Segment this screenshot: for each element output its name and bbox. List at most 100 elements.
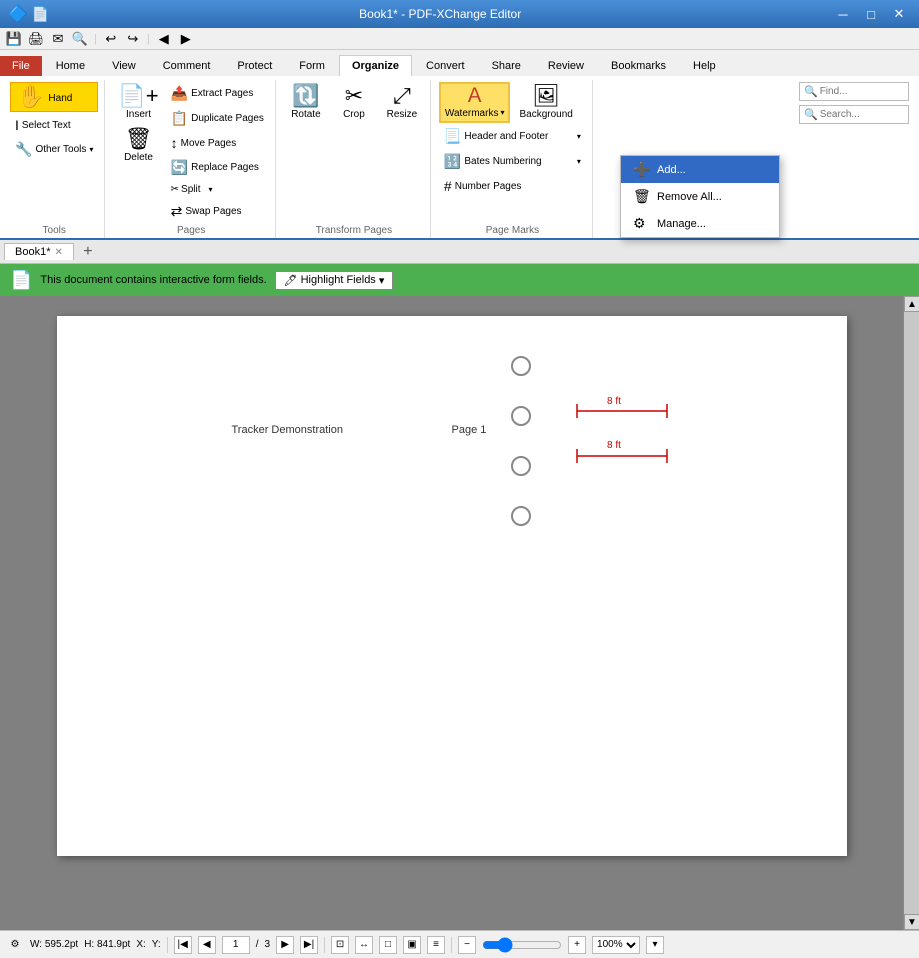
scroll-track[interactable] <box>904 312 919 914</box>
crop-icon: ✂ <box>345 85 363 107</box>
tab-home[interactable]: Home <box>43 55 98 76</box>
radio-circle-2 <box>511 406 531 426</box>
scroll-down-button[interactable]: ▼ <box>904 914 919 930</box>
highlight-label: Highlight Fields <box>301 274 376 286</box>
resize-button[interactable]: ⤢ Resize <box>380 82 424 123</box>
add-watermark-item[interactable]: ➕ Add... <box>621 156 779 183</box>
tab-file[interactable]: File <box>0 56 42 76</box>
select-text-label: Select Text <box>22 120 71 131</box>
select-text-icon: I <box>15 117 19 133</box>
transform-group: 🔃 Rotate ✂ Crop ⤢ Resize Transform Pages <box>278 80 431 238</box>
find-input[interactable] <box>820 86 900 97</box>
zoom-slider[interactable] <box>482 938 562 952</box>
next-page-button[interactable]: ▶ <box>276 936 294 954</box>
first-page-button[interactable]: |◀ <box>174 936 192 954</box>
tab-help[interactable]: Help <box>680 55 729 76</box>
scroll-up-button[interactable]: ▲ <box>904 296 919 312</box>
hand-tool-button[interactable]: ✋ Hand <box>10 82 98 112</box>
watermarks-button[interactable]: Ａ Watermarks ▾ <box>439 82 511 123</box>
search-box[interactable]: 🔍 <box>799 105 909 124</box>
redo-button[interactable]: ↪ <box>123 29 143 49</box>
prev-page-button[interactable]: ◀ <box>198 936 216 954</box>
split-dropdown-arrow[interactable]: ▾ <box>206 182 216 197</box>
scrollbar-right[interactable]: ▲ ▼ <box>903 296 919 930</box>
hand-icon: ✋ <box>17 86 44 108</box>
select-text-button[interactable]: I Select Text <box>10 114 98 136</box>
crop-button[interactable]: ✂ Crop <box>332 82 376 123</box>
fit-width-button[interactable]: ↔ <box>355 936 373 954</box>
add-tab-button[interactable]: + <box>78 242 98 262</box>
back-button[interactable]: ◀ <box>154 29 174 49</box>
find-box[interactable]: 🔍 <box>799 82 909 101</box>
settings-icon[interactable]: ⚙ <box>6 936 24 954</box>
duplicate-pages-button[interactable]: 📋 Duplicate Pages <box>166 107 269 130</box>
tab-protect[interactable]: Protect <box>224 55 285 76</box>
tab-share[interactable]: Share <box>479 55 534 76</box>
minimize-button[interactable]: ─ <box>831 5 855 23</box>
move-pages-button[interactable]: ↕ Move Pages <box>166 132 269 154</box>
resize-icon: ⤢ <box>393 85 411 107</box>
extract-icon: 📤 <box>171 85 188 102</box>
maximize-button[interactable]: □ <box>859 5 883 23</box>
remove-all-watermarks-item[interactable]: 🗑 Remove All... <box>621 183 779 210</box>
insert-button[interactable]: 📄+ Insert <box>113 82 163 123</box>
delete-label: Delete <box>124 152 153 163</box>
background-icon: 🖼 <box>532 85 560 107</box>
delete-button[interactable]: 🗑 Delete <box>113 125 163 166</box>
last-page-button[interactable]: ▶| <box>300 936 318 954</box>
actual-size-button[interactable]: □ <box>379 936 397 954</box>
tab-convert[interactable]: Convert <box>413 55 478 76</box>
zoom-out-button[interactable]: − <box>458 936 476 954</box>
forward-button[interactable]: ▶ <box>176 29 196 49</box>
replace-pages-button[interactable]: 🔄 Replace Pages <box>166 156 269 179</box>
continuous-button[interactable]: ≡ <box>427 936 445 954</box>
page-marks-group-label: Page Marks <box>486 223 539 236</box>
doc-icon: 📄 <box>10 270 32 291</box>
watermarks-dropdown-arrow[interactable]: ▾ <box>500 108 504 117</box>
swap-pages-button[interactable]: ⇄ Swap Pages <box>166 200 269 223</box>
manage-watermarks-item[interactable]: ⚙ Manage... <box>621 210 779 237</box>
zoom-in-button[interactable]: + <box>568 936 586 954</box>
extract-pages-button[interactable]: 📤 Extract Pages <box>166 82 269 105</box>
background-button[interactable]: 🖼 Background <box>514 82 577 123</box>
remove-all-icon: 🗑 <box>633 188 651 205</box>
scan-button[interactable]: 🔍 <box>70 29 90 49</box>
watermarks-label: Watermarks <box>445 108 499 119</box>
rotate-label: Rotate <box>291 109 320 120</box>
print-button[interactable]: 🖨 <box>26 29 46 49</box>
page-tab[interactable]: Book1* ✕ <box>4 243 74 260</box>
highlight-dropdown-arrow[interactable]: ▾ <box>379 274 385 287</box>
tab-bookmarks[interactable]: Bookmarks <box>598 55 679 76</box>
search-input[interactable] <box>820 109 900 120</box>
other-tools-button[interactable]: 🔧 Other Tools ▾ <box>10 138 98 161</box>
bates-numbering-button[interactable]: 🔢 Bates Numbering ▾ <box>439 150 586 173</box>
highlight-fields-button[interactable]: 🖊 Highlight Fields ▾ <box>275 271 394 290</box>
zoom-select[interactable]: 100% 75% 50% 150% 200% <box>592 936 640 954</box>
svg-text:8 ft: 8 ft <box>607 396 621 407</box>
rotate-button[interactable]: 🔃 Rotate <box>284 82 328 123</box>
header-footer-button[interactable]: 📃 Header and Footer ▾ <box>439 125 586 148</box>
undo-button[interactable]: ↩ <box>101 29 121 49</box>
single-page-button[interactable]: ▣ <box>403 936 421 954</box>
x-label: X: <box>136 939 145 950</box>
tab-comment[interactable]: Comment <box>150 55 224 76</box>
ribbon: ✋ Hand I Select Text 🔧 Other Tools ▾ Too… <box>0 76 919 240</box>
number-pages-button[interactable]: # Number Pages <box>439 175 586 197</box>
zoom-dropdown-button[interactable]: ▾ <box>646 936 664 954</box>
tab-review[interactable]: Review <box>535 55 597 76</box>
close-button[interactable]: ✕ <box>887 5 911 23</box>
email-button[interactable]: ✉ <box>48 29 68 49</box>
split-button[interactable]: ✂ Split ▾ <box>166 181 269 198</box>
tab-form[interactable]: Form <box>286 55 338 76</box>
page-tab-close[interactable]: ✕ <box>54 247 62 258</box>
page-input[interactable] <box>222 936 250 954</box>
swap-icon: ⇄ <box>171 203 183 220</box>
fit-page-button[interactable]: ⊡ <box>331 936 349 954</box>
bates-dropdown-icon: ▾ <box>577 157 581 166</box>
highlight-icon: 🖊 <box>284 274 298 287</box>
tab-view[interactable]: View <box>99 55 149 76</box>
save-button[interactable]: 💾 <box>4 29 24 49</box>
pages-group: 📄+ Insert 🗑 Delete 📤 Extract Pages 📋 Dup… <box>107 80 276 238</box>
tab-organize[interactable]: Organize <box>339 55 412 76</box>
insert-label: Insert <box>126 109 151 120</box>
